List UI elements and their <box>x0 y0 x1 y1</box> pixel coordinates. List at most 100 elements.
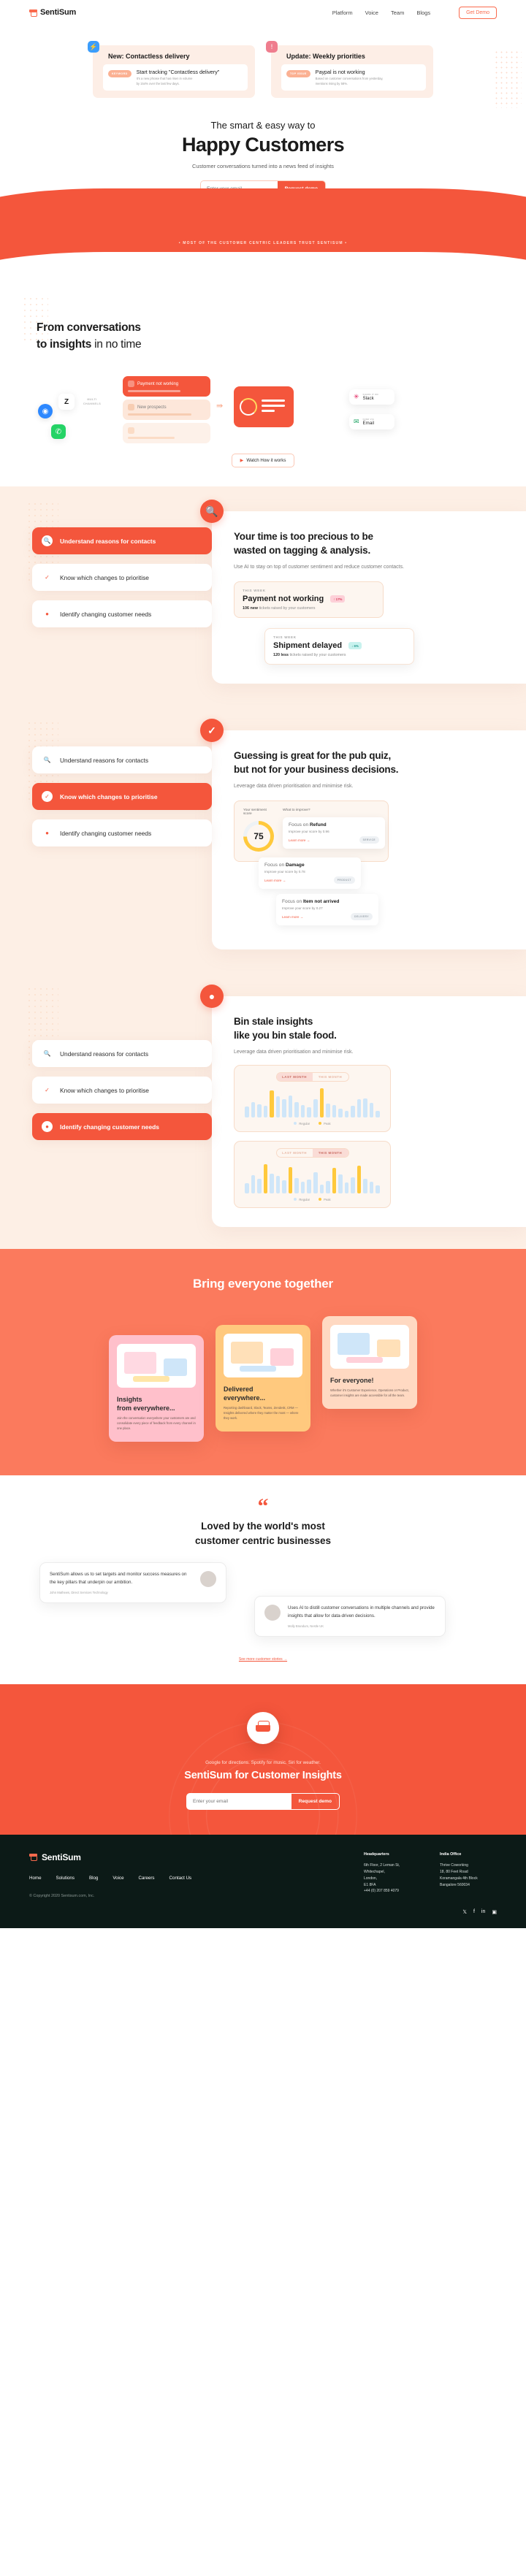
see-more-stories-link[interactable]: See more customer stories → <box>239 1657 287 1662</box>
alert-icon: ! <box>266 41 278 53</box>
feature-heading-line2: wasted on tagging & analysis. <box>234 545 370 557</box>
chart-bar <box>351 1177 355 1194</box>
conversations-section: From conversations to insights in no tim… <box>0 283 526 487</box>
testimonial-quote: Uses AI to distill customer conversation… <box>288 1605 435 1618</box>
alert-icon <box>128 381 134 388</box>
feature-lead: Use AI to stay on top of customer sentim… <box>234 565 405 570</box>
insight-count-rest: tickets raised by your customers <box>289 653 346 658</box>
focus-sub: Improve your score by 0.27 <box>282 906 323 911</box>
alert-tag: KEYWORD <box>108 70 132 77</box>
sentiment-score-label: Your sentiment score <box>243 809 267 817</box>
insight-title: Payment not working <box>243 595 324 604</box>
chart-bar <box>263 1164 268 1194</box>
chart-bar <box>338 1109 343 1118</box>
chat-icon: ● <box>45 611 49 618</box>
alert-card: ! Update: Weekly priorities TOP ISSUE Pa… <box>266 41 433 98</box>
alert-headline: Start tracking "Contactless delivery" <box>136 69 220 75</box>
twitter-icon[interactable]: 𝕏 <box>462 1909 467 1915</box>
learn-more-link[interactable]: Learn more → <box>289 838 310 842</box>
page-root: SentiSum Platform Voice Team Blogs Get D… <box>0 0 526 1929</box>
chart-legend: Regular Peak <box>242 1198 383 1201</box>
chart-bar <box>313 1099 318 1118</box>
watch-label: Watch How it works <box>246 458 286 464</box>
pill-understand-reasons[interactable]: 🔍 Understand reasons for contacts <box>32 1040 212 1068</box>
brand-logo[interactable]: SentiSum <box>29 8 76 17</box>
checklist-icon: ✓ <box>45 1087 50 1094</box>
footer-brand[interactable]: SentiSum <box>29 1852 345 1862</box>
alert-body: KEYWORD Start tracking "Contactless deli… <box>103 64 248 91</box>
pill-understand-reasons[interactable]: 🔍 Understand reasons for contacts <box>32 746 212 774</box>
get-demo-button[interactable]: Get Demo <box>459 6 497 19</box>
destination-slack[interactable]: ✳ SHARE IT ON Slack <box>349 389 394 405</box>
dot-pattern-decoration <box>22 295 48 344</box>
chart-period-toggle[interactable]: LAST MONTH THIS MONTH <box>275 1148 349 1158</box>
insight-period: THIS WEEK <box>243 589 266 593</box>
youtube-icon[interactable]: ▣ <box>492 1909 497 1915</box>
search-icon: 🔍 <box>42 535 53 547</box>
office-title: Headquarters <box>364 1852 389 1857</box>
pill-know-changes[interactable]: ✓ Know which changes to prioritise <box>32 783 212 811</box>
feature-detail-panel: ✓ Guessing is great for the pub quiz, bu… <box>200 719 526 950</box>
brand-name: SentiSum <box>40 8 77 17</box>
ticket-card <box>123 423 210 443</box>
zendesk-icon: Z <box>58 394 75 410</box>
chart-bars <box>245 1088 381 1118</box>
footer-link-voice[interactable]: Voice <box>113 1876 123 1881</box>
pill-identify-needs[interactable]: ● Identify changing customer needs <box>32 600 212 628</box>
chart-bar <box>319 1184 324 1194</box>
chart-bar <box>319 1088 324 1118</box>
nav-item-voice[interactable]: Voice <box>365 9 378 16</box>
segment-this-month[interactable]: THIS MONTH <box>313 1073 348 1081</box>
footer-link-careers[interactable]: Careers <box>139 1876 155 1881</box>
pill-label: Know which changes to prioritise <box>60 573 149 581</box>
segment-last-month[interactable]: LAST MONTH <box>277 1149 313 1157</box>
illustration-everyone <box>330 1325 409 1369</box>
insight-engine-card <box>234 386 294 428</box>
alert-line2: by 154% over the last few days. <box>136 81 180 85</box>
nav-item-platform[interactable]: Platform <box>332 9 353 16</box>
insight-period: THIS WEEK <box>273 635 297 640</box>
focus-card: Focus on Item not arrived Improve your s… <box>276 894 378 926</box>
ticket-title: New prospects <box>137 405 167 410</box>
feature-heading-line1: Bin stale insights <box>234 1016 313 1028</box>
watch-how-it-works-button[interactable]: ▶ Watch How it works <box>231 454 295 468</box>
testimonials-title: Loved by the world's most customer centr… <box>0 1519 526 1548</box>
feature-heading-line1: Guessing is great for the pub quiz, <box>234 750 392 762</box>
chart-bar <box>307 1180 312 1194</box>
bring-card-everyone: For everyone! Whether it's Customer Expe… <box>322 1316 417 1410</box>
segment-last-month[interactable]: LAST MONTH <box>276 1073 313 1082</box>
sentiment-widget: Your sentiment score 75 What to improve?… <box>234 800 389 863</box>
learn-more-link[interactable]: Learn more → <box>264 879 286 882</box>
chart-bar <box>282 1180 286 1194</box>
pill-understand-reasons[interactable]: 🔍 Understand reasons for contacts <box>32 527 212 555</box>
facebook-icon[interactable]: f <box>473 1909 475 1915</box>
pill-know-changes[interactable]: ✓ Know which changes to prioritise <box>32 1077 212 1104</box>
search-icon: 🔍 <box>43 1050 51 1058</box>
chart-period-toggle[interactable]: LAST MONTH THIS MONTH <box>275 1072 349 1082</box>
footer-link-contact[interactable]: Contact Us <box>169 1876 192 1881</box>
bring-card-insights: Insights from everywhere... Join the conv… <box>109 1335 204 1442</box>
insight-card: THIS WEEK Shipment delayed ↓ 6% 120 less… <box>264 628 414 665</box>
segment-this-month[interactable]: THIS MONTH <box>312 1149 348 1158</box>
insight-count: 120 less <box>273 653 289 658</box>
destination-email[interactable]: ✉ SEND VIA Email <box>349 414 394 430</box>
footer-link-blog[interactable]: Blog <box>89 1876 98 1881</box>
hero-subtitle: Customer conversations turned into a new… <box>192 163 334 169</box>
pill-know-changes[interactable]: ✓ Know which changes to prioritise <box>32 564 212 592</box>
insight-count: 106 new <box>243 606 258 611</box>
pill-identify-needs[interactable]: ● Identify changing customer needs <box>32 1113 212 1141</box>
chart-bar <box>351 1106 355 1118</box>
feature-heading-line2: but not for your business decisions. <box>234 764 399 776</box>
office-line: 18, 80 Feet Road <box>440 1870 468 1875</box>
linkedin-icon[interactable]: in <box>481 1909 485 1915</box>
nav-item-team[interactable]: Team <box>391 9 404 16</box>
nav-item-blogs[interactable]: Blogs <box>416 9 430 16</box>
footer-link-home[interactable]: Home <box>29 1876 42 1881</box>
pill-identify-needs[interactable]: ● Identify changing customer needs <box>32 819 212 847</box>
office-line: Whitechapel, <box>364 1870 385 1875</box>
focus-topic: Damage <box>285 863 305 868</box>
learn-more-link[interactable]: Learn more → <box>282 915 303 919</box>
footer-link-solutions[interactable]: Solutions <box>56 1876 75 1881</box>
feature-heading-line1: Your time is too precious to be <box>234 531 373 543</box>
social-links: 𝕏 f in ▣ <box>462 1909 497 1915</box>
